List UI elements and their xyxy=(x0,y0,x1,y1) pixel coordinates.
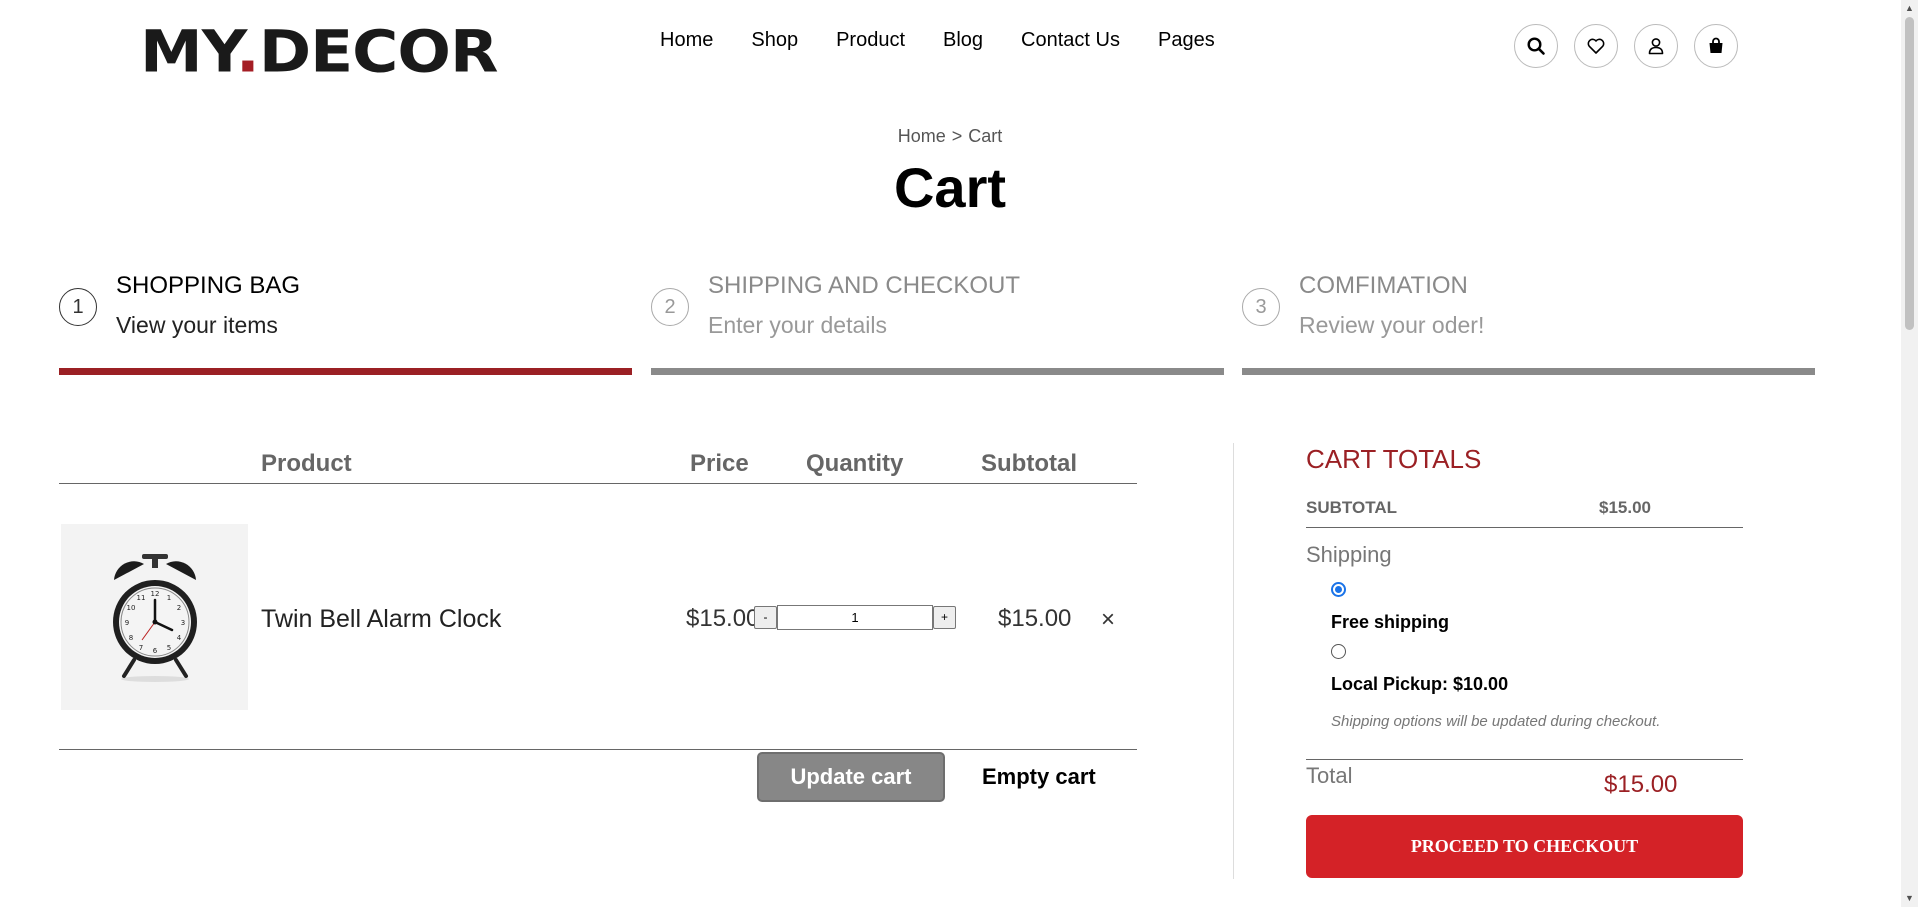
step-number: 1 xyxy=(59,288,97,326)
vertical-scrollbar[interactable]: ▲ ▼ xyxy=(1901,0,1918,907)
svg-text:9: 9 xyxy=(124,619,128,627)
site-logo[interactable]: MY.DECOR xyxy=(140,17,499,87)
page-title: Cart xyxy=(893,156,1007,219)
scroll-up-arrow-icon[interactable]: ▲ xyxy=(1901,0,1918,17)
table-footer-divider xyxy=(59,749,1137,750)
radio-local-pickup[interactable] xyxy=(1331,644,1346,659)
step-progress-bar xyxy=(651,368,1224,375)
shipping-note: Shipping options will be updated during … xyxy=(1331,713,1661,730)
nav-product[interactable]: Product xyxy=(836,27,905,53)
breadcrumb: Home > Cart xyxy=(0,126,1900,147)
local-pickup-label[interactable]: Local Pickup: $10.00 xyxy=(1331,672,1508,696)
scrollbar-thumb[interactable] xyxy=(1905,17,1914,330)
step-title: SHOPPING BAG xyxy=(116,272,301,299)
cart-button[interactable] xyxy=(1694,24,1738,68)
subtotal-divider xyxy=(1306,527,1743,528)
quantity-input[interactable]: 1 xyxy=(777,605,933,630)
search-icon xyxy=(1527,37,1545,55)
step-shopping-bag[interactable]: 1 SHOPPING BAG View your items xyxy=(59,268,632,375)
header-quantity: Quantity xyxy=(806,450,904,477)
product-thumbnail[interactable]: 12 3 6 9 1245 7 8 10 11 xyxy=(61,524,248,710)
main-nav: Home Shop Product Blog Contact Us Pages xyxy=(660,27,1253,53)
header-icons xyxy=(1514,24,1754,68)
step-title: COMFIMATION xyxy=(1299,272,1468,299)
quantity-stepper: - 1 + xyxy=(754,605,956,630)
breadcrumb-home[interactable]: Home xyxy=(898,126,946,146)
svg-text:12: 12 xyxy=(150,590,159,598)
subtotal-value: $15.00 xyxy=(1599,498,1651,517)
header-price: Price xyxy=(690,450,749,477)
user-icon xyxy=(1648,38,1664,55)
svg-text:10: 10 xyxy=(126,604,135,612)
svg-text:3: 3 xyxy=(180,619,184,627)
step-number: 3 xyxy=(1242,288,1280,326)
account-button[interactable] xyxy=(1634,24,1678,68)
svg-text:8: 8 xyxy=(128,634,132,642)
svg-text:1: 1 xyxy=(166,594,170,602)
step-subtitle: View your items xyxy=(116,312,278,338)
svg-text:5: 5 xyxy=(166,644,170,652)
shipping-label: Shipping xyxy=(1306,542,1392,567)
product-subtotal: $15.00 xyxy=(998,605,1072,632)
remove-item-icon[interactable]: × xyxy=(1101,605,1115,635)
logo-dot: . xyxy=(235,17,260,86)
svg-text:4: 4 xyxy=(176,634,181,642)
step-subtitle: Review your oder! xyxy=(1299,312,1485,338)
nav-home[interactable]: Home xyxy=(660,27,713,53)
step-progress-bar xyxy=(59,368,632,375)
nav-contact-us[interactable]: Contact Us xyxy=(1021,27,1120,53)
wishlist-button[interactable] xyxy=(1574,24,1618,68)
breadcrumb-separator: > xyxy=(951,126,963,146)
step-number: 2 xyxy=(651,288,689,326)
svg-text:2: 2 xyxy=(176,604,180,612)
product-price: $15.00 xyxy=(686,605,760,632)
total-label: Total xyxy=(1306,763,1353,788)
breadcrumb-current: Cart xyxy=(968,126,1003,146)
quantity-decrement-button[interactable]: - xyxy=(754,606,777,629)
update-cart-button[interactable]: Update cart xyxy=(757,752,945,802)
total-divider xyxy=(1306,759,1743,760)
svg-text:7: 7 xyxy=(138,644,142,652)
total-value: $15.00 xyxy=(1604,771,1678,798)
step-shipping-checkout[interactable]: 2 SHIPPING AND CHECKOUT Enter your detai… xyxy=(651,268,1224,375)
search-button[interactable] xyxy=(1514,24,1558,68)
step-title: SHIPPING AND CHECKOUT xyxy=(708,272,1021,299)
scroll-down-arrow-icon[interactable]: ▼ xyxy=(1901,890,1918,907)
nav-shop[interactable]: Shop xyxy=(751,27,798,53)
step-subtitle: Enter your details xyxy=(708,312,887,338)
radio-free-shipping[interactable] xyxy=(1331,582,1346,597)
empty-cart-button[interactable]: Empty cart xyxy=(982,762,1096,792)
subtotal-label: SUBTOTAL xyxy=(1306,498,1397,517)
svg-text:6: 6 xyxy=(152,647,157,655)
heart-icon xyxy=(1587,38,1605,54)
table-header-divider xyxy=(59,483,1137,484)
step-progress-bar xyxy=(1242,368,1815,375)
logo-text-right: DECOR xyxy=(258,17,499,86)
nav-blog[interactable]: Blog xyxy=(943,27,983,53)
header-product: Product xyxy=(261,450,352,477)
svg-text:11: 11 xyxy=(136,594,145,602)
header-subtotal: Subtotal xyxy=(981,450,1077,477)
quantity-increment-button[interactable]: + xyxy=(933,606,956,629)
proceed-to-checkout-button[interactable]: PROCEED TO CHECKOUT xyxy=(1306,815,1743,878)
nav-pages[interactable]: Pages xyxy=(1158,27,1215,53)
bag-icon xyxy=(1709,37,1723,53)
alarm-clock-image: 12369 1245 781011 xyxy=(112,554,197,682)
product-name-link[interactable]: Twin Bell Alarm Clock xyxy=(261,603,501,635)
step-confirmation[interactable]: 3 COMFIMATION Review your oder! xyxy=(1242,268,1815,375)
column-divider xyxy=(1233,443,1234,879)
cart-totals-title: CART TOTALS xyxy=(1306,444,1482,474)
logo-text-left: MY xyxy=(140,17,237,86)
free-shipping-label[interactable]: Free shipping xyxy=(1331,610,1449,634)
